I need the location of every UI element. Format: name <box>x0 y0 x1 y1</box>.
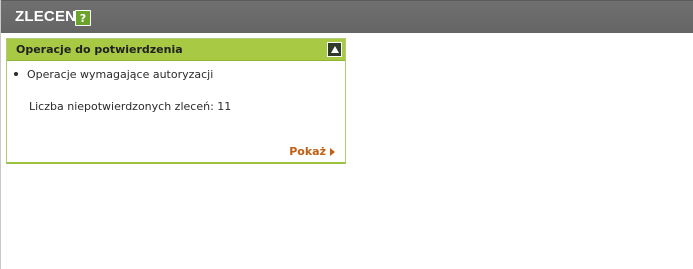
list-item: Operacje wymagające autoryzacji <box>14 68 213 82</box>
page-frame: ZLECENIA ? Operacje do potwierdzenia Ope… <box>0 0 693 269</box>
triangle-up-icon <box>331 46 339 53</box>
collapse-button[interactable] <box>327 42 342 57</box>
show-link-label: Pokaż <box>289 145 326 158</box>
arrow-right-icon <box>330 148 335 156</box>
widget-header: Operacje do potwierdzenia <box>7 39 345 61</box>
help-icon-glyph: ? <box>79 11 87 25</box>
bullet-icon <box>14 72 18 76</box>
list-item-label: Operacje wymagające autoryzacji <box>27 68 214 81</box>
unconfirmed-count: Liczba niepotwierdzonych zleceń: 11 <box>29 100 232 113</box>
widget-title: Operacje do potwierdzenia <box>16 43 183 56</box>
pending-operations-widget: Operacje do potwierdzenia Operacje wymag… <box>6 38 346 164</box>
page-header: ZLECENIA ? <box>1 0 693 33</box>
show-link[interactable]: Pokaż <box>289 145 335 159</box>
help-icon[interactable]: ? <box>75 10 91 26</box>
